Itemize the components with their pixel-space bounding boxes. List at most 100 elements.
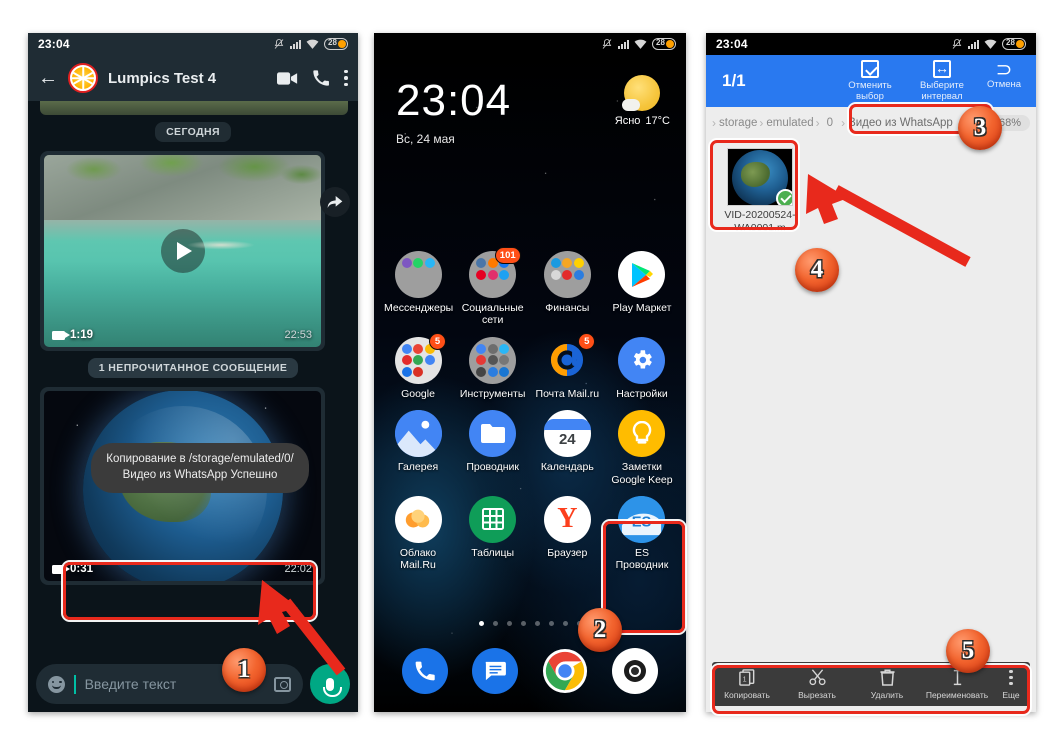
chrome-icon[interactable]	[542, 648, 588, 694]
status-time: 23:04	[38, 37, 70, 51]
more-icon	[992, 669, 1030, 687]
svg-text:ES: ES	[632, 514, 652, 530]
folder-icon	[469, 336, 517, 384]
mute-icon	[602, 39, 612, 49]
app-label: ES Проводник	[615, 546, 669, 572]
camera-icon[interactable]	[612, 648, 658, 694]
deselect-label: Отменить выбор	[848, 80, 892, 102]
app-label: Социальные сети	[461, 302, 524, 327]
delete-button[interactable]: Удалить	[852, 669, 922, 700]
cut-button[interactable]: Вырезать	[782, 669, 852, 700]
camera-icon[interactable]	[274, 676, 291, 692]
app-gallery[interactable]: Галерея	[384, 410, 452, 486]
select-range-button[interactable]: Выберите интервал	[906, 55, 978, 102]
app-calendar[interactable]: 24 Календарь	[533, 410, 601, 486]
rename-label: Переименовать	[925, 689, 989, 700]
play-icon[interactable]	[160, 229, 205, 273]
app-google-keep[interactable]: Заметки Google Keep	[608, 410, 676, 486]
forward-button[interactable]	[320, 187, 350, 217]
app-yandex-browser[interactable]: Y Браузер	[533, 495, 601, 572]
app-sheets[interactable]: Таблицы	[459, 495, 527, 572]
app-folder-messengers[interactable]: Мессенджеры	[384, 251, 453, 327]
app-mail-ru[interactable]: 5 Почта Mail.ru	[533, 332, 601, 400]
message-bubble-video-2[interactable]: 0:31 22:02 Копирование в /storage/emulat…	[40, 387, 325, 585]
app-settings[interactable]: Настройки	[608, 336, 676, 400]
screenshot-stage: 23:04 28 ← Lumpics Test 4 СЕГОДНЯ 1:19 2…	[0, 0, 1064, 742]
phone-call-icon[interactable]	[312, 69, 330, 87]
breadcrumb-label: emulated	[766, 116, 814, 129]
unread-divider: 1 НЕПРОЧИТАННОЕ СООБЩЕНИЕ	[36, 358, 350, 378]
overflow-menu-icon[interactable]	[344, 69, 348, 87]
app-label: Google	[401, 387, 435, 400]
signal-icon	[968, 39, 979, 49]
clock-widget[interactable]: 23:04 Вс, 24 мая	[396, 79, 511, 147]
chat-app-bar: ← Lumpics Test 4	[28, 55, 358, 101]
emoji-icon[interactable]	[48, 675, 65, 693]
breadcrumb-label-current: Видео из WhatsApp	[848, 116, 953, 129]
message-timestamp-2: 22:02	[284, 563, 312, 575]
video-thumbnail-2[interactable]: 0:31 22:02 Копирование в /storage/emulat…	[44, 391, 321, 581]
status-icons: 28	[273, 38, 348, 50]
avatar[interactable]	[68, 63, 98, 93]
file-list: VID-20200524-WA0001.m 1 Копировать Вырез…	[706, 138, 1036, 712]
breadcrumb-item-0[interactable]: › 0	[816, 116, 833, 130]
status-bar: 23:04 28	[28, 33, 358, 55]
phone-icon[interactable]	[402, 648, 448, 694]
video-call-icon[interactable]	[277, 71, 298, 86]
dock	[374, 648, 686, 694]
app-folder-tools[interactable]: Инструменты	[459, 336, 527, 400]
message-bubble-video-1[interactable]: 1:19 22:53	[40, 151, 325, 351]
breadcrumb-label: 0	[826, 116, 834, 129]
weather-widget[interactable]: Ясно 17°C	[615, 75, 670, 127]
mute-icon	[274, 39, 284, 49]
arrow-left-icon[interactable]: ←	[38, 68, 58, 88]
app-label: Инструменты	[459, 387, 526, 400]
clock-date: Вс, 24 мая	[396, 132, 455, 146]
deselect-button[interactable]: Отменить выбор	[834, 55, 906, 102]
app-label: Проводник	[466, 461, 519, 474]
more-button[interactable]: Еще	[992, 669, 1030, 700]
app-folder-finance[interactable]: Финансы	[533, 251, 601, 327]
app-label: Облако Mail.Ru	[399, 546, 437, 572]
es-explorer-icon: ES	[618, 495, 666, 543]
status-bar-es: 23:04 28	[706, 33, 1036, 55]
trash-icon	[852, 669, 922, 687]
weather-condition: Ясно	[614, 115, 641, 127]
notification-badge: 5	[429, 332, 446, 350]
battery-icon: 28	[652, 38, 676, 50]
microphone-button[interactable]	[310, 664, 350, 704]
mute-icon	[952, 39, 962, 49]
checkbox-icon	[861, 60, 879, 78]
breadcrumb-item-current[interactable]: › Видео из WhatsApp	[841, 116, 953, 130]
chat-scroll[interactable]: СЕГОДНЯ 1:19 22:53 1 НЕПРОЧИТАННОЕ СООБЩ…	[28, 101, 358, 656]
undo-icon: ⊃	[995, 59, 1013, 81]
wifi-icon	[984, 39, 997, 49]
app-folder-google[interactable]: 5 Google	[384, 332, 452, 400]
notification-badge: 5	[578, 332, 596, 350]
app-row-2: 5 Google Инструменты 5 Почта Mail.ru Нас…	[384, 332, 676, 400]
rename-button[interactable]: Переименовать	[922, 669, 992, 700]
breadcrumb-item-emulated[interactable]: › emulated	[759, 116, 813, 130]
video-thumbnail[interactable]: 1:19 22:53	[44, 155, 321, 347]
app-label: Заметки Google Keep	[611, 461, 673, 486]
step-badge-3: 3	[958, 106, 1002, 150]
toast-message: Копирование в /storage/emulated/0/Видео …	[91, 443, 309, 493]
video-duration-label: 1:19	[70, 329, 94, 341]
breadcrumb-item-storage[interactable]: › storage	[712, 116, 757, 130]
message-input-bar: Введите текст	[28, 656, 358, 712]
battery-icon: 28	[1002, 38, 1026, 50]
app-es-file-explorer[interactable]: ES ES Проводник	[608, 495, 676, 572]
app-play-market[interactable]: Play Маркет	[608, 251, 676, 327]
messages-icon[interactable]	[472, 648, 518, 694]
file-item[interactable]: VID-20200524-WA0001.m	[722, 148, 798, 235]
cancel-button[interactable]: ⊃ Отмена	[978, 55, 1030, 102]
app-file-manager[interactable]: Проводник	[459, 410, 527, 486]
app-folder-social[interactable]: 101 Социальные сети	[459, 247, 527, 327]
page-indicator	[374, 621, 686, 626]
step-badge-4: 4	[795, 248, 839, 292]
folder-app-icon	[469, 410, 517, 458]
app-row-1: Мессенджеры 101 Социальные сети Финансы	[384, 247, 676, 327]
video-camera-icon	[52, 564, 70, 574]
copy-button[interactable]: 1 Копировать	[712, 669, 782, 700]
app-cloud-mailru[interactable]: Облако Mail.Ru	[384, 495, 452, 572]
